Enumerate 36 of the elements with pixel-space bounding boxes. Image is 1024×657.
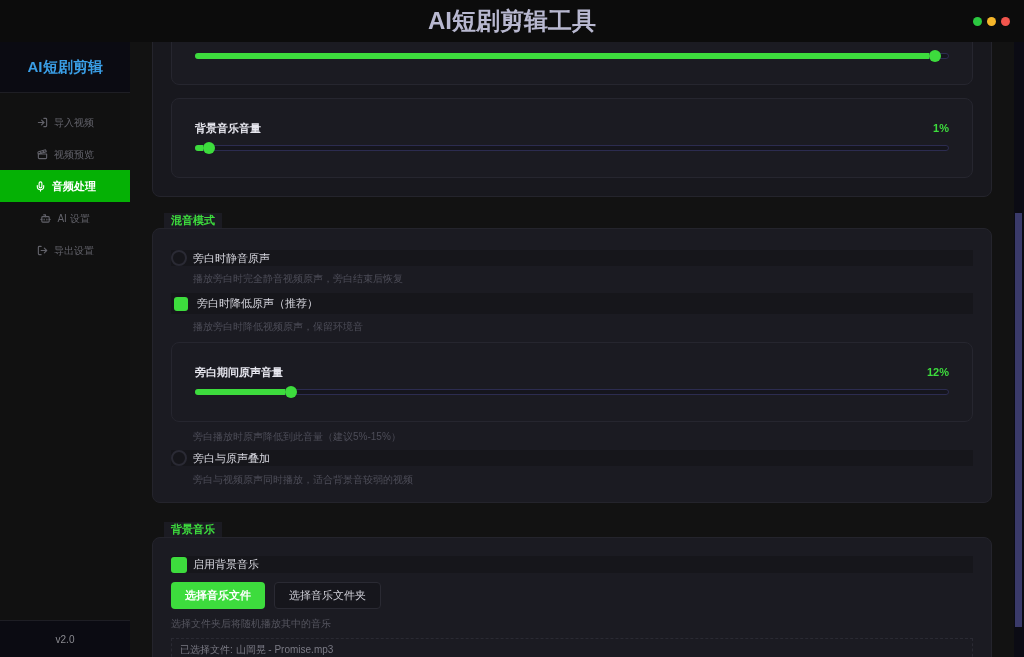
slider-value: 1% — [933, 120, 949, 136]
app-logo: AI短剧剪辑 — [27, 56, 103, 77]
radio-option[interactable]: 旁白时降低原声（推荐） — [171, 293, 973, 314]
slider-value: 12% — [926, 364, 949, 380]
radio-button[interactable] — [171, 250, 187, 266]
file-button[interactable]: 选择音乐文件夹 — [274, 582, 381, 609]
robot-icon — [40, 212, 52, 224]
nav-item[interactable]: 导出设置 — [0, 234, 130, 266]
slider-track[interactable] — [195, 145, 949, 151]
nav-item[interactable]: 导入视频 — [0, 106, 130, 138]
slider-label: 背景音乐音量 — [195, 120, 261, 136]
file-button[interactable]: 选择音乐文件 — [171, 582, 265, 609]
nav-item[interactable]: 音频处理 — [0, 170, 130, 202]
checkbox[interactable] — [171, 556, 187, 573]
microphone-icon — [34, 180, 46, 192]
slider-thumb[interactable] — [928, 50, 941, 62]
slider-thumb[interactable] — [203, 142, 216, 154]
nav-item[interactable]: AI 设置 — [0, 202, 130, 234]
radio-option[interactable]: 旁白时静音原声 — [171, 250, 973, 266]
slider-label: 旁白期间原声音量 — [195, 364, 283, 380]
version-label: v2.0 — [55, 632, 75, 647]
nav-item[interactable]: 视频预览 — [0, 138, 130, 170]
slider-track[interactable] — [195, 389, 949, 395]
section-title: 混音模式 — [164, 213, 222, 228]
arrow-out-of-box-icon — [36, 244, 48, 256]
arrow-into-box-icon — [36, 116, 48, 128]
checkbox-option[interactable]: 启用背景音乐 — [171, 556, 973, 573]
window-title: AI短剧剪辑工具 — [428, 6, 596, 36]
scrollbar-thumb[interactable] — [1015, 213, 1022, 627]
radio-option[interactable]: 旁白与原声叠加 — [171, 450, 973, 466]
section-title: 背景音乐 — [164, 522, 222, 537]
slider-thumb[interactable] — [284, 386, 297, 398]
radio-button[interactable] — [171, 450, 187, 466]
radio-button[interactable] — [174, 296, 188, 311]
clapperboard-icon — [36, 148, 48, 160]
selected-file-text: 已选择文件: 山岡晃 - Promise.mp3 — [180, 644, 335, 656]
